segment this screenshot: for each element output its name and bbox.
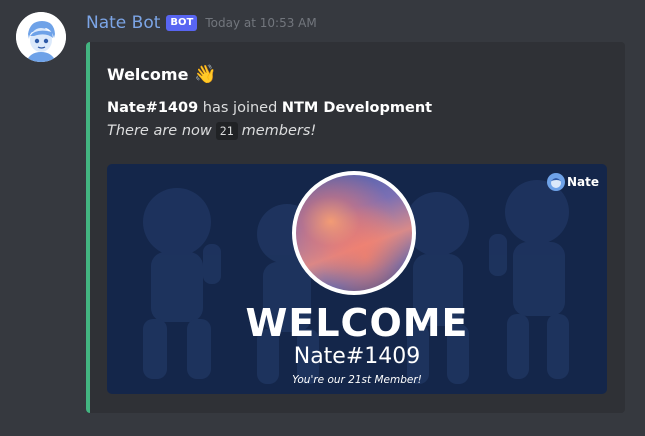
welcome-embed: Welcome 👋 Nate#1409 has joined NTM Devel…: [86, 42, 625, 413]
user-tag: Nate#1409: [107, 100, 199, 116]
bot-avatar[interactable]: [16, 12, 66, 62]
embed-title-text: Welcome: [107, 65, 189, 84]
embed-title: Welcome 👋: [107, 64, 217, 85]
welcome-heading: WELCOME: [245, 301, 469, 345]
timestamp[interactable]: Today at 10:53 AM: [205, 16, 316, 30]
welcome-user-name: Nate#1409: [293, 344, 421, 369]
username[interactable]: Nate Bot: [86, 13, 160, 33]
welcome-subtitle: You're our 21st Member!: [292, 374, 422, 386]
bot-badge: BOT: [166, 15, 198, 31]
count-prefix: There are now: [107, 123, 212, 139]
nate-logo: Nate: [546, 173, 599, 191]
nate-logo-text: Nate: [566, 175, 599, 189]
count-suffix: members!: [241, 123, 317, 139]
server-name: NTM Development: [281, 100, 433, 116]
anime-boy-avatar-icon: [16, 12, 66, 62]
joined-text: has joined: [198, 100, 282, 116]
welcome-card-image[interactable]: Nate WELCOME Nate#1409 You're our 21st M…: [107, 164, 607, 394]
message-header: Nate Bot BOT Today at 10:53 AM: [86, 13, 317, 33]
user-profile-picture: [292, 171, 416, 295]
waving-hand-icon: 👋: [194, 64, 217, 85]
nate-logo-icon: [546, 173, 565, 191]
member-count: 21: [215, 122, 238, 140]
member-count-line: There are now 21 members!: [107, 122, 316, 140]
join-description: Nate#1409 has joined NTM Development: [107, 100, 432, 116]
